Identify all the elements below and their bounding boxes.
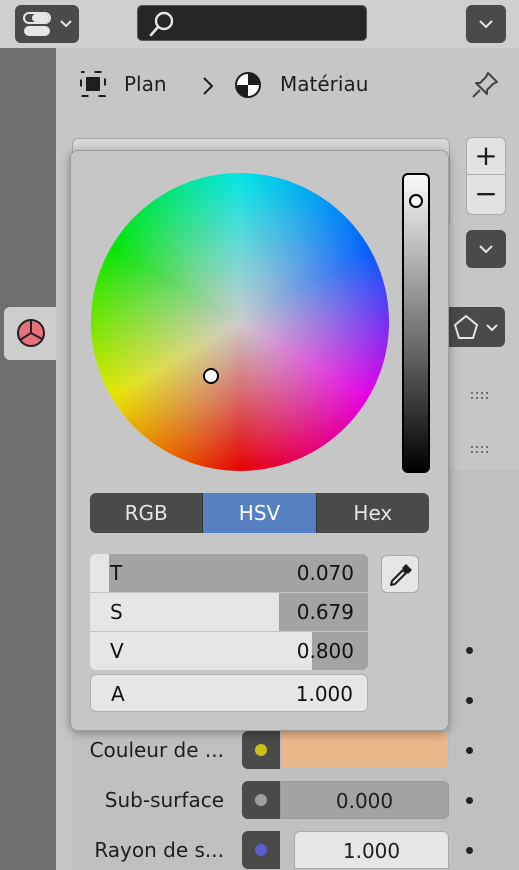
- eyedropper-icon: [390, 564, 412, 586]
- tab-material[interactable]: [4, 307, 58, 360]
- keyframe-dot[interactable]: [466, 697, 473, 704]
- tab-hex[interactable]: Hex: [317, 493, 429, 533]
- subsurface-field[interactable]: 0.000: [280, 781, 449, 819]
- field-value: 1.000: [295, 682, 353, 706]
- socket-button[interactable]: [242, 781, 280, 819]
- field-name: V: [110, 639, 124, 663]
- keyframe-dot[interactable]: [466, 747, 473, 754]
- hue-saturation-wheel[interactable]: [91, 173, 389, 471]
- keyframe-dot[interactable]: [466, 847, 473, 854]
- socket-dot-icon: [255, 794, 267, 806]
- drag-handle-icon[interactable]: [470, 386, 492, 399]
- field-name: S: [110, 600, 123, 624]
- socket-button[interactable]: [242, 831, 280, 869]
- value-slider[interactable]: [402, 173, 430, 473]
- tab-rgb[interactable]: RGB: [90, 493, 204, 533]
- chevron-down-icon: [60, 20, 72, 28]
- base-color-swatch[interactable]: [280, 731, 449, 769]
- field-name: A: [111, 682, 125, 706]
- keyframe-dot[interactable]: [466, 797, 473, 804]
- socket-dot-icon: [255, 744, 267, 756]
- base-color-label: Couleur de ...: [89, 738, 224, 762]
- socket-button[interactable]: [242, 731, 280, 769]
- editor-type-icon: [23, 12, 51, 36]
- saturation-field[interactable]: S 0.679: [90, 593, 368, 631]
- tab-hsv[interactable]: HSV: [203, 493, 317, 533]
- socket-dot-icon: [255, 844, 267, 856]
- material-sphere-icon: [235, 72, 261, 98]
- slider-fill: [90, 554, 110, 592]
- chevron-down-icon: [479, 20, 493, 29]
- alpha-field[interactable]: A 1.000: [90, 674, 368, 712]
- value-slider-handle[interactable]: [409, 194, 423, 208]
- drag-handle-icon[interactable]: [470, 440, 492, 453]
- subsurface-radius-field[interactable]: 1.000: [294, 831, 449, 869]
- breadcrumb-material[interactable]: Matériau: [280, 72, 368, 96]
- wheel-cursor[interactable]: [203, 368, 219, 384]
- color-mode-tabs: RGB HSV Hex: [90, 493, 429, 533]
- chevron-down-icon: [486, 324, 498, 332]
- header-menu-button[interactable]: [466, 5, 506, 43]
- mesh-data-icon: [453, 314, 479, 339]
- field-value: 0.679: [296, 600, 354, 624]
- subsurface-label: Sub-surface: [104, 788, 224, 812]
- link-data-dropdown[interactable]: [449, 307, 505, 347]
- chevron-right-icon: [203, 77, 214, 95]
- eyedropper-button[interactable]: [381, 555, 419, 593]
- value-field[interactable]: V 0.800: [90, 632, 368, 670]
- hue-field[interactable]: T 0.070: [90, 554, 368, 592]
- subsurface-radius-label: Rayon de s...: [94, 838, 224, 862]
- field-value: 0.070: [296, 561, 354, 585]
- keyframe-dot[interactable]: [466, 647, 473, 654]
- breadcrumb-object[interactable]: Plan: [124, 72, 167, 96]
- slot-specials-button[interactable]: [466, 230, 506, 268]
- remove-slot-button[interactable]: −: [466, 175, 506, 215]
- field-name: T: [110, 561, 123, 585]
- field-value: 0.800: [296, 639, 354, 663]
- material-icon: [17, 319, 45, 347]
- editor-type-button[interactable]: [15, 5, 79, 43]
- search-icon: [149, 11, 174, 37]
- chevron-down-icon: [479, 245, 493, 254]
- add-slot-button[interactable]: +: [466, 137, 506, 175]
- mesh-object-icon: [80, 71, 106, 97]
- search-input[interactable]: [137, 5, 367, 41]
- properties-tab-column: [0, 48, 56, 870]
- pin-icon[interactable]: [470, 70, 500, 100]
